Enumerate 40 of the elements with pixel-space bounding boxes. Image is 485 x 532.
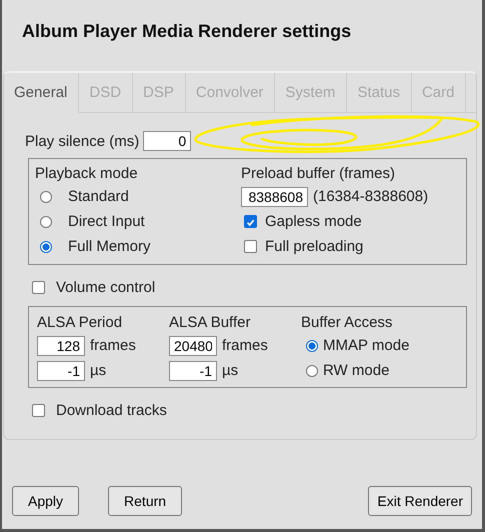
number-field[interactable]: 0 [143, 131, 192, 151]
radio-button[interactable] [306, 364, 318, 376]
field-label: ALSA Buffer [169, 313, 252, 333]
option-label: Standard [68, 188, 129, 205]
field-label: Play silence (ms) [25, 132, 140, 150]
unit-label: µs [222, 362, 238, 379]
number-field[interactable]: -1 [37, 360, 85, 380]
option-label: Download tracks [56, 402, 167, 419]
unit-label: frames [90, 337, 136, 354]
number-field[interactable]: 8388608 [241, 186, 308, 206]
field-label: ALSA Period [37, 313, 124, 333]
radio-button[interactable] [40, 190, 52, 202]
tab[interactable]: General [4, 73, 80, 113]
option-label: Volume control [56, 279, 156, 296]
option-label: MMAP mode [323, 337, 410, 354]
unit-label: µs [90, 362, 106, 379]
group-label: Buffer Access [301, 313, 394, 333]
option-label: Gapless mode [265, 213, 362, 230]
option-label: Full preloading [265, 238, 364, 255]
checkbox[interactable] [32, 404, 45, 417]
radio-button[interactable] [40, 216, 52, 228]
number-field[interactable]: 128 [37, 336, 85, 356]
radio-button[interactable] [40, 240, 52, 252]
action-button[interactable]: Return [108, 486, 182, 516]
field-label: Preload buffer (frames) [241, 164, 396, 184]
window-title: Album Player Media Renderer settings [21, 20, 352, 43]
range-text: (16384-8388608) [313, 188, 428, 205]
action-button[interactable]: Apply [12, 486, 80, 516]
checkbox[interactable] [244, 240, 257, 253]
option-label: RW mode [323, 362, 390, 379]
checkbox[interactable] [244, 215, 257, 228]
checkbox[interactable] [32, 281, 45, 294]
number-field[interactable]: -1 [169, 360, 217, 380]
option-label: Direct Input [68, 213, 145, 230]
unit-label: frames [222, 337, 268, 354]
radio-button[interactable] [306, 340, 318, 352]
number-field[interactable]: 20480 [169, 336, 217, 356]
group-label: Playback mode [35, 164, 139, 184]
action-button[interactable]: Exit Renderer [368, 486, 472, 516]
option-label: Full Memory [68, 238, 151, 255]
